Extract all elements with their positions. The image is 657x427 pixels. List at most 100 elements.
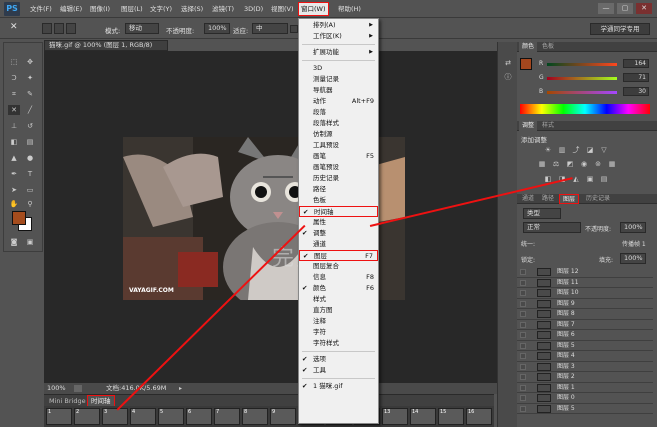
green-slider[interactable] [547,77,617,80]
layer-row[interactable]: 图层 12 [517,267,653,278]
frame-thumb[interactable]: 1 [46,408,72,425]
window-menu-item[interactable]: 字符 [299,327,378,338]
minimize-button[interactable]: — [598,3,614,14]
window-menu-item[interactable]: 仿制源 [299,129,378,140]
status-arrow-icon[interactable]: ▸ [179,385,185,392]
frame-thumb[interactable]: 7 [214,408,240,425]
photo-filter-icon[interactable]: ◉ [579,160,589,168]
tab-timeline[interactable]: 时间轴 [87,395,115,407]
tab-mini-bridge[interactable]: Mini Bridge [46,396,89,406]
healing-brush-icon[interactable]: ✕ [8,105,20,115]
levels-icon[interactable]: ▥ [557,146,567,154]
tab-channels[interactable]: 通道 [519,194,537,204]
window-menu-item[interactable]: 路径 [299,184,378,195]
frame-thumb[interactable]: 15 [438,408,464,425]
quick-mask-icon[interactable]: ◙ [8,237,20,247]
menu-file[interactable]: 文件(F) [30,3,52,15]
window-menu-item[interactable]: 画笔预设 [299,162,378,173]
menu-help[interactable]: 帮助(H) [338,3,361,15]
window-menu-item[interactable]: ✔ 工具 [299,365,378,376]
window-menu-item[interactable]: 注释 [299,316,378,327]
tab-paths[interactable]: 路径 [539,194,557,204]
tab-color[interactable]: 颜色 [519,42,538,52]
frame-thumb[interactable]: 2 [74,408,100,425]
gradient-map-icon[interactable]: ▤ [599,175,609,183]
opacity-input[interactable]: 100% [204,23,230,34]
tool-preset-icon[interactable]: ✕ [10,22,18,32]
gradient-icon[interactable]: ▤ [24,137,36,147]
selection-mode-subtract[interactable] [66,23,76,34]
balance-icon[interactable]: ⚖ [551,160,561,168]
screen-mode-icon[interactable]: ▣ [24,237,36,247]
frame-thumb[interactable]: 8 [242,408,268,425]
frame-thumb[interactable]: 9 [270,408,296,425]
frame-thumb[interactable]: 16 [466,408,492,425]
window-menu-item[interactable]: 直方图 [299,305,378,316]
history-brush-icon[interactable]: ↺ [24,121,36,131]
path-selection-icon[interactable]: ➤ [8,185,20,195]
layer-row[interactable]: 图层 0 [517,393,653,404]
window-menu-item[interactable]: 色板 [299,195,378,206]
menu-3d[interactable]: 3D(D) [244,3,263,15]
window-menu-item[interactable]: 导航器 [299,85,378,96]
window-menu-item[interactable]: 段落样式 [299,118,378,129]
layer-row[interactable]: 图层 2 [517,372,653,383]
type-tool-icon[interactable]: T [24,169,36,179]
document-tab[interactable]: 猫咪.gif @ 100% (图层 1, RGB/8) [44,40,168,51]
color-fg-swatch[interactable] [520,58,532,70]
fit-select[interactable]: 中 [252,23,288,34]
frame-thumb[interactable]: 5 [158,408,184,425]
clone-stamp-icon[interactable]: ⊥ [8,121,20,131]
layer-row[interactable]: 图层 3 [517,362,653,372]
layer-row[interactable]: 图层 8 [517,309,653,320]
window-menu-item[interactable]: 通道 [299,239,378,250]
window-menu-item[interactable]: ✔ 颜色 F6 [299,283,378,294]
layer-row[interactable]: 图层 7 [517,320,653,330]
blue-value[interactable]: 30 [623,87,649,96]
vibrance-icon[interactable]: ▽ [599,146,609,154]
close-button[interactable]: ✕ [636,3,652,14]
menu-filter[interactable]: 滤镜(T) [212,3,234,15]
window-menu-item[interactable]: 排列(A) ▶ [299,20,378,31]
window-menu-item[interactable]: 段落 [299,107,378,118]
frame-thumb[interactable]: 14 [410,408,436,425]
frame-thumb[interactable]: 3 [102,408,128,425]
menu-view[interactable]: 视图(V) [271,3,294,15]
window-menu-item[interactable]: 历史记录 [299,173,378,184]
blue-slider[interactable] [547,91,617,94]
window-menu-item[interactable]: 3D [299,63,378,74]
color-spectrum[interactable] [520,104,650,114]
menu-window[interactable]: 窗口(W) [298,2,329,16]
window-menu-item[interactable]: 样式 [299,294,378,305]
layer-kind-filter[interactable]: 类型 [523,208,561,219]
tab-history[interactable]: 历史记录 [583,194,613,204]
layer-row[interactable]: 图层 10 [517,288,653,299]
eraser-icon[interactable]: ◧ [8,137,20,147]
window-menu-item[interactable]: 工作区(K) ▶ [299,31,378,42]
frame-thumb[interactable]: 4 [130,408,156,425]
red-value[interactable]: 164 [623,59,649,68]
menu-type[interactable]: 文字(Y) [150,3,172,15]
threshold-icon[interactable]: ◭ [571,175,581,183]
layer-row[interactable]: 图层 1 [517,383,653,393]
layer-row[interactable]: 图层 9 [517,299,653,309]
window-menu-item[interactable]: ✔ 调整 [299,228,378,239]
mode-select[interactable]: 移动 [125,23,159,34]
layer-opacity-input[interactable]: 100% [620,222,646,233]
window-menu-item[interactable]: 字符样式 [299,338,378,349]
frame-thumb[interactable]: 6 [186,408,212,425]
brightness-icon[interactable]: ☀ [543,146,553,154]
menu-select[interactable]: 选择(S) [181,3,203,15]
window-menu-item[interactable]: 画笔 F5 [299,151,378,162]
blur-tool-icon[interactable]: ▲ [8,153,20,163]
window-menu-item[interactable]: ✔ 1 猫咪.gif [299,381,378,392]
window-menu-item[interactable]: ✔ 时间轴 [299,206,378,217]
foreground-color-swatch[interactable] [12,211,26,225]
bw-icon[interactable]: ◩ [565,160,575,168]
layer-row[interactable]: 图层 5 [517,404,653,414]
brush-tool-icon[interactable]: ╱ [24,105,36,115]
window-menu-item[interactable]: 扩展功能 ▶ [299,47,378,58]
lookup-icon[interactable]: ▦ [607,160,617,168]
tab-layers[interactable]: 图层 [559,194,580,204]
hand-tool-icon[interactable]: ✋ [8,199,20,209]
